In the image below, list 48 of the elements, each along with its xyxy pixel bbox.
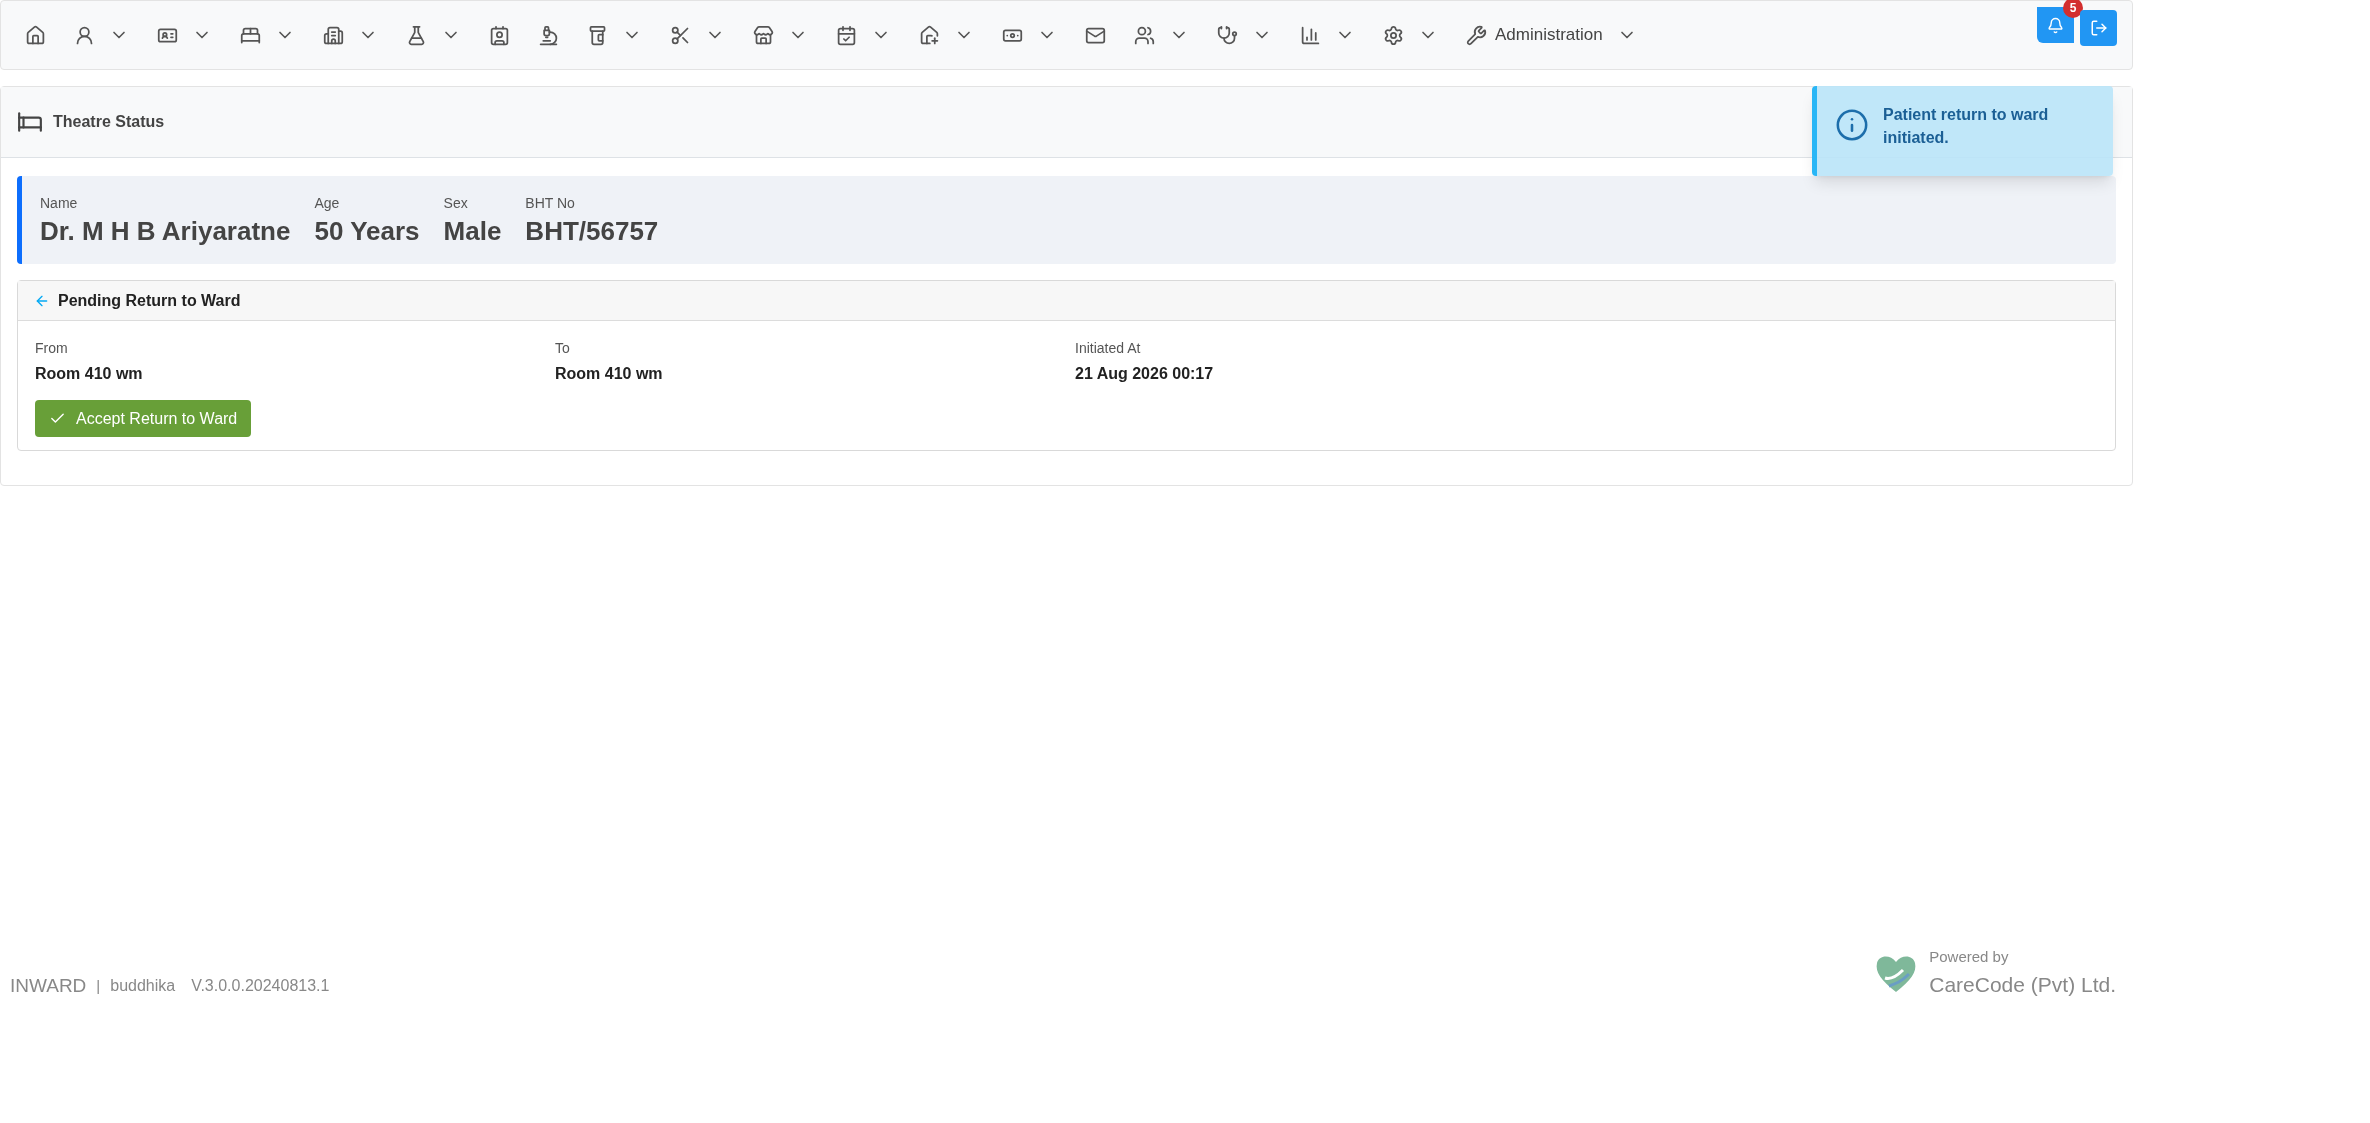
field-label: Age	[314, 193, 341, 213]
stethoscope-icon	[1217, 24, 1238, 46]
card-title: Pending Return to Ward	[58, 290, 241, 311]
field-value: Male	[443, 214, 502, 248]
toast-message: Patient return to ward initiated.	[1883, 105, 2050, 148]
building-icon	[323, 24, 344, 46]
microscope-icon	[538, 24, 559, 46]
users-icon	[1134, 24, 1155, 46]
footer-separator: |	[96, 975, 101, 996]
field-value: Room 410 wm	[555, 364, 664, 384]
scissors-icon	[670, 24, 691, 46]
bed-icon	[17, 109, 43, 135]
bar-chart-icon	[1300, 24, 1321, 46]
accept-button[interactable]: Accept Return to Ward	[35, 400, 252, 437]
panel-title: Theatre Status	[53, 112, 165, 132]
company-name: CareCode (Pvt) Ltd.	[1929, 971, 2116, 998]
user-icon	[74, 24, 95, 46]
house-plus-icon	[919, 24, 940, 46]
field-label: Sex	[443, 193, 469, 213]
flask-icon	[406, 24, 427, 46]
home-icon	[25, 24, 46, 46]
settings-icon	[1383, 24, 1404, 46]
username: buddhika	[110, 975, 176, 996]
notification-badge: 5	[2063, 0, 2083, 18]
powered-by-text: Powered by	[1929, 947, 2010, 967]
bottle-icon	[587, 24, 608, 46]
logout-button[interactable]	[2080, 10, 2117, 46]
logout-icon	[2089, 19, 2108, 37]
version-text: V.3.0.0.20240813.1	[191, 975, 330, 996]
calendar-check-icon	[836, 24, 857, 46]
notifications-button[interactable]: 5	[2037, 0, 2083, 43]
field-label: Name	[40, 193, 79, 213]
field-label: To	[555, 339, 571, 358]
menu-button[interactable]: Administration	[1464, 15, 1639, 55]
field-value: Dr. M H B Ariyaratne	[40, 214, 291, 248]
field-label: Initiated At	[1075, 339, 1142, 358]
info-icon	[1835, 108, 1869, 142]
field-label: BHT No	[525, 193, 576, 213]
field-value: Room 410 wm	[35, 364, 144, 384]
field-label: From	[35, 339, 69, 358]
store-icon	[753, 24, 774, 46]
person-card-icon	[489, 24, 510, 46]
wrench-icon	[1466, 24, 1487, 46]
bell-icon	[2047, 16, 2064, 34]
app-name: INWARD	[10, 973, 87, 998]
field-value: BHT/56757	[525, 214, 659, 248]
field-value: 50 Years	[314, 214, 420, 248]
field-value: 21 Aug 2026 00:17	[1075, 364, 1215, 384]
